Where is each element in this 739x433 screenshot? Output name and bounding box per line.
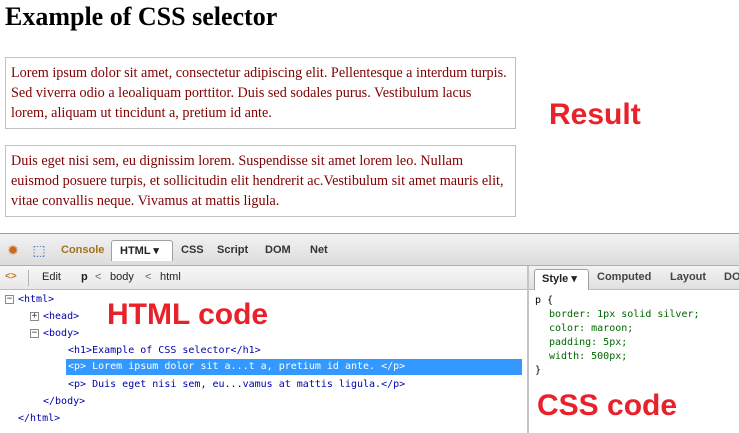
tab-html[interactable]: HTML ▾ [111,240,173,261]
breadcrumb: <> Edit p < body < html [0,266,527,290]
tab-layout[interactable]: Layout [670,271,706,283]
tab-computed[interactable]: Computed [597,271,651,283]
collapse-icon[interactable]: − [5,295,14,304]
html-code-annotation: HTML code [107,298,269,331]
result-paragraph-2: Duis eget nisi sem, eu dignissim lorem. … [5,145,516,217]
edit-button[interactable]: Edit [42,271,61,283]
firebug-icon[interactable]: ✹ [4,241,22,259]
tab-style[interactable]: Style ▾ [534,269,589,290]
code-view-icon[interactable]: <> [5,271,19,285]
css-declaration[interactable]: color: maroon; [535,322,700,336]
css-rule: p { border: 1px solid silver; color: maroo… [535,294,700,378]
tab-css[interactable]: CSS [181,244,204,256]
tree-node-p-selected: <p> Lorem ipsum dolor sit a...t a, preti… [68,361,406,372]
tree-node-body-close: </body> [43,396,86,407]
divider [28,270,29,286]
css-code-annotation: CSS code [537,389,678,422]
tree-node-h1[interactable]: <h1>Example of CSS selector</h1> [68,343,261,358]
tree-node-head[interactable]: <head> [43,309,79,324]
tree-node-body[interactable]: <body> [43,326,79,341]
breadcrumb-item-p[interactable]: p [81,271,88,283]
breadcrumb-separator: < [95,271,102,283]
page-title: Example of CSS selector [5,2,278,31]
tab-script[interactable]: Script [217,244,248,256]
breadcrumb-separator: < [145,271,152,283]
inspect-icon[interactable]: ⬚ [30,241,48,259]
devtools-toolbar: ✹ ⬚ Console HTML ▾ CSS Script DOM Net [0,234,739,266]
breadcrumb-item-body[interactable]: body [110,271,134,283]
expand-icon[interactable]: + [30,312,39,321]
tree-node-html[interactable]: <html> [18,292,54,307]
selected-tree-row[interactable]: <p> Lorem ipsum dolor sit a...t a, preti… [66,359,522,375]
css-declaration[interactable]: width: 500px; [535,350,700,364]
tab-net[interactable]: Net [310,244,328,256]
css-selector-line: p { [535,295,554,306]
tab-dom[interactable]: DOM [265,244,291,256]
css-declaration[interactable]: padding: 5px; [535,336,700,350]
tab-side-dom[interactable]: DOM [724,271,739,283]
tab-style-label: Style ▾ [542,273,577,285]
breadcrumb-item-html[interactable]: html [160,271,181,283]
side-tabs: Style ▾ Computed Layout DOM [529,266,739,290]
tab-html-label: HTML ▾ [120,245,159,257]
collapse-icon[interactable]: − [30,329,39,338]
css-declaration[interactable]: border: 1px solid silver; [535,308,700,322]
result-annotation: Result [549,98,641,131]
result-paragraph-1: Lorem ipsum dolor sit amet, consectetur … [5,57,516,129]
css-close-line: } [535,365,542,376]
tab-console[interactable]: Console [61,244,104,256]
tree-node-p[interactable]: <p> Duis eget nisi sem, eu...vamus at ma… [68,377,405,392]
tree-node-html-close: </html> [18,413,61,424]
